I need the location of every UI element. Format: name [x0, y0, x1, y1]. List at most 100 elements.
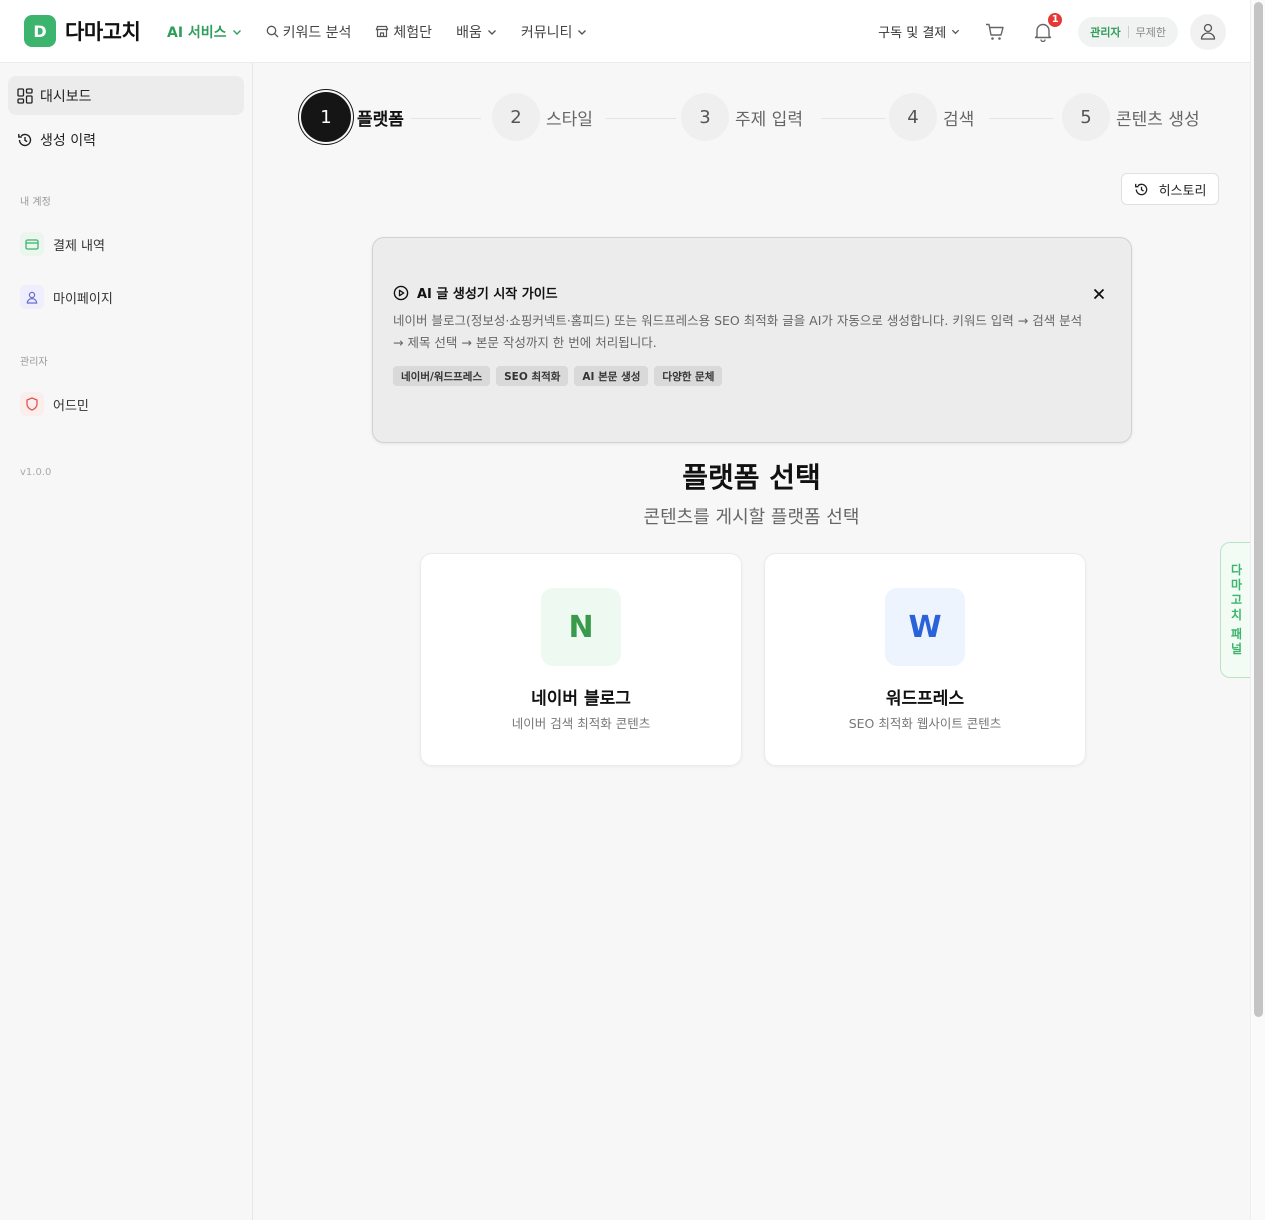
notification-button[interactable]: 1 — [1030, 10, 1065, 45]
sidebar-item-label: 마이페이지 — [53, 291, 113, 307]
guide-tag: 네이버/워드프레스 — [393, 366, 491, 386]
history-icon — [1134, 183, 1147, 195]
step-connector — [821, 118, 886, 119]
stepper: 1 플랫폼 2 스타일 3 주제 입력 4 검색 5 콘텐츠 생성 — [301, 92, 1201, 145]
main-nav: AI 서비스 키워드 분석 체험단 배움 커뮤니티 — [167, 0, 611, 63]
shield-icon — [20, 392, 44, 416]
sidebar-item-label: 결제 내역 — [53, 238, 105, 254]
panel-tab-char: 패 — [1230, 627, 1243, 641]
step-platform[interactable]: 1 플랫폼 — [301, 92, 404, 142]
guide-title-text: AI 글 생성기 시작 가이드 — [417, 287, 558, 302]
nav-label: 배움 — [456, 24, 482, 41]
header-actions: 구독 및 결제 1 관리자 무제한 — [878, 0, 1226, 63]
damagochi-panel-tab[interactable]: 다 마 고 치 패 널 — [1220, 542, 1252, 678]
naver-logo: N — [541, 588, 621, 666]
step-content-generation[interactable]: 5 콘텐츠 생성 — [1062, 93, 1200, 141]
search-icon — [266, 25, 279, 38]
history-button-label: 히스토리 — [1158, 183, 1207, 199]
sidebar-item-dashboard[interactable]: 대시보드 — [8, 76, 244, 115]
nav-label: AI 서비스 — [167, 24, 227, 41]
chevron-down-icon — [952, 29, 960, 35]
divider — [1127, 25, 1129, 38]
sidebar-item-label: 생성 이력 — [40, 132, 96, 149]
panel-tab-char: 고 — [1230, 593, 1243, 607]
step-number: 4 — [889, 93, 937, 141]
step-label: 검색 — [943, 109, 975, 130]
platform-card-naver-blog[interactable]: N 네이버 블로그 네이버 검색 최적화 콘텐츠 — [420, 553, 742, 766]
cart-icon — [986, 23, 1004, 40]
panel-tab-char: 다 — [1230, 563, 1243, 577]
user-icon — [20, 285, 44, 309]
sidebar-section-admin: 관리자 — [20, 357, 48, 368]
step-number: 3 — [681, 93, 729, 141]
user-avatar-button[interactable] — [1190, 13, 1226, 50]
step-number: 2 — [492, 93, 540, 141]
start-guide-panel: AI 글 생성기 시작 가이드 네이버 블로그(정보성·쇼핑커넥트·홈피드) 또… — [372, 237, 1132, 443]
sidebar-item-label: 대시보드 — [40, 88, 92, 105]
sidebar-item-label: 어드민 — [53, 398, 89, 414]
guide-tag: 다양한 문체 — [654, 366, 723, 386]
nav-label: 키워드 분석 — [282, 24, 352, 41]
sidebar-item-admin[interactable]: 어드민 — [20, 392, 89, 416]
panel-tab-char: 치 — [1230, 608, 1243, 622]
role-label: 관리자 — [1090, 25, 1121, 39]
subscribe-label: 구독 및 결제 — [878, 26, 947, 41]
scrollbar-thumb[interactable] — [1254, 2, 1263, 1017]
sidebar: 대시보드 생성 이력 내 계정 결제 내역 마이페이지 관리자 어드민 v1.0… — [0, 63, 253, 1220]
step-number: 1 — [301, 92, 351, 142]
step-label: 스타일 — [546, 109, 593, 130]
card-title: 워드프레스 — [885, 689, 965, 709]
store-icon — [376, 25, 389, 38]
guide-description: 네이버 블로그(정보성·쇼핑커넥트·홈피드) 또는 워드프레스용 SEO 최적화… — [393, 313, 1083, 350]
step-number: 5 — [1062, 93, 1110, 141]
guide-title: AI 글 생성기 시작 가이드 — [393, 283, 558, 302]
cart-button[interactable] — [982, 19, 1008, 45]
card-description: 네이버 검색 최적화 콘텐츠 — [511, 716, 651, 731]
notification-badge: 1 — [1046, 10, 1065, 29]
sidebar-item-payments[interactable]: 결제 내역 — [20, 232, 105, 256]
step-connector — [606, 118, 676, 119]
logo[interactable]: D 다마고치 — [24, 15, 141, 47]
step-label: 플랫폼 — [357, 109, 404, 130]
guide-tag: AI 본문 생성 — [574, 366, 649, 386]
nav-community[interactable]: 커뮤니티 — [521, 22, 588, 42]
page-scrollbar[interactable] — [1250, 0, 1265, 1220]
sidebar-section-account: 내 계정 — [20, 197, 51, 208]
step-connector — [989, 118, 1054, 119]
logo-text: 다마고치 — [65, 20, 141, 44]
history-icon — [16, 131, 34, 149]
nav-keyword-analysis[interactable]: 키워드 분석 — [266, 22, 352, 42]
platform-card-wordpress[interactable]: W 워드프레스 SEO 최적화 웹사이트 콘텐츠 — [764, 553, 1086, 766]
nav-ai-service[interactable]: AI 서비스 — [167, 22, 242, 42]
card-description: SEO 최적화 웹사이트 콘텐츠 — [848, 716, 1002, 731]
role-badge: 관리자 무제한 — [1078, 16, 1178, 47]
nav-label: 커뮤니티 — [520, 24, 573, 41]
wordpress-logo: W — [885, 588, 965, 666]
subscribe-menu[interactable]: 구독 및 결제 — [878, 22, 960, 41]
guide-tags: 네이버/워드프레스 SEO 최적화 AI 본문 생성 다양한 문체 — [393, 366, 728, 386]
nav-experience[interactable]: 체험단 — [375, 22, 432, 42]
panel-tab-char: 널 — [1230, 642, 1243, 656]
sidebar-item-mypage[interactable]: 마이페이지 — [20, 285, 113, 309]
nav-learning[interactable]: 배움 — [456, 22, 497, 42]
close-icon[interactable] — [1091, 286, 1107, 302]
step-label: 콘텐츠 생성 — [1116, 109, 1200, 130]
history-button[interactable]: 히스토리 — [1121, 173, 1219, 205]
step-search[interactable]: 4 검색 — [889, 93, 974, 141]
step-topic-input[interactable]: 3 주제 입력 — [681, 93, 803, 141]
guide-tag: SEO 최적화 — [496, 366, 569, 386]
card-icon — [20, 232, 44, 256]
section-title: 플랫폼 선택 — [682, 461, 821, 494]
section-subtitle: 콘텐츠를 게시할 플랫폼 선택 — [643, 507, 860, 528]
main-content: 1 플랫폼 2 스타일 3 주제 입력 4 검색 5 콘텐츠 생성 히스토리 A… — [253, 63, 1250, 1220]
play-circle-icon — [393, 285, 409, 300]
logo-mark: D — [24, 15, 56, 47]
user-icon — [1200, 23, 1216, 40]
top-header: D 다마고치 AI 서비스 키워드 분석 체험단 배움 커뮤니티 구독 및 결제 — [0, 0, 1250, 63]
chevron-down-icon — [487, 29, 496, 35]
step-label: 주제 입력 — [735, 109, 803, 130]
chevron-down-icon — [232, 29, 241, 35]
plan-label: 무제한 — [1135, 25, 1166, 39]
step-style[interactable]: 2 스타일 — [492, 93, 593, 141]
sidebar-item-history[interactable]: 생성 이력 — [8, 120, 244, 159]
